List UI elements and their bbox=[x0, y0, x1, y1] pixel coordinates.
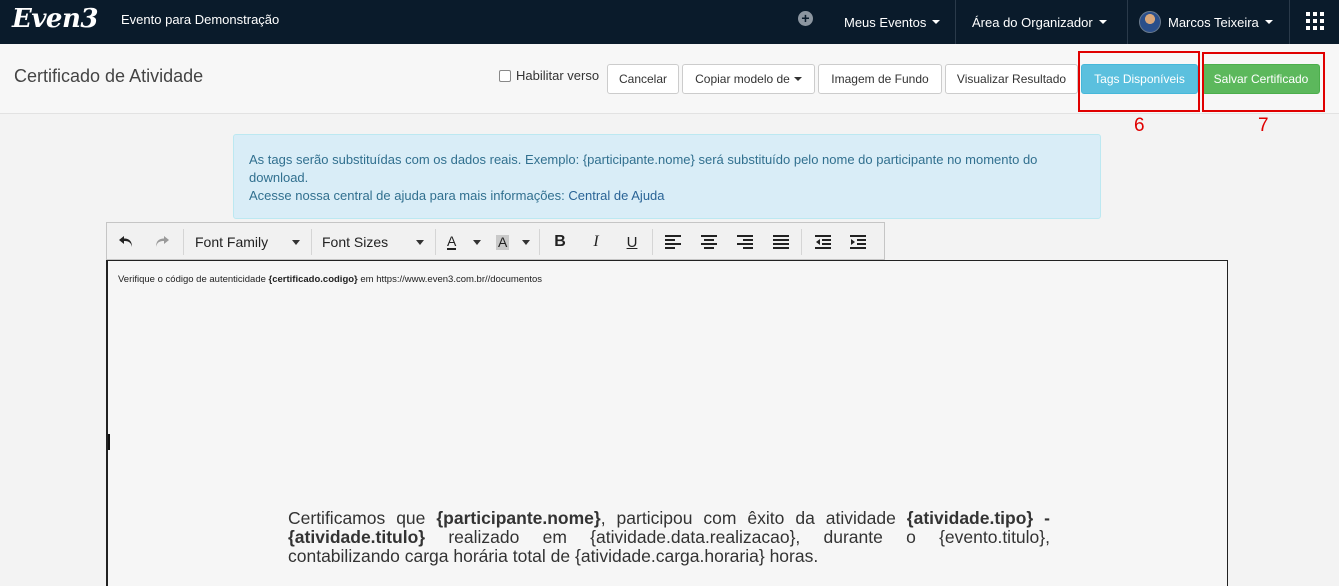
annotation-number-6: 6 bbox=[1134, 115, 1145, 136]
event-name-link[interactable]: Evento para Demonstração bbox=[121, 12, 279, 27]
habilitar-verso-label: Habilitar verso bbox=[516, 68, 600, 83]
align-justify-icon[interactable] bbox=[768, 223, 794, 261]
font-family-label: Font Family bbox=[195, 234, 269, 250]
underline-icon[interactable]: U bbox=[619, 223, 645, 261]
align-right-icon[interactable] bbox=[732, 223, 758, 261]
toolbar-divider bbox=[183, 229, 184, 255]
cert-text-part: Certificamos que bbox=[288, 508, 437, 528]
font-sizes-label: Font Sizes bbox=[322, 234, 389, 250]
nav-divider bbox=[955, 0, 956, 44]
chevron-down-icon bbox=[793, 77, 802, 81]
verification-suffix: em https://www.even3.com.br//documentos bbox=[357, 274, 543, 285]
preview-result-button[interactable]: Visualizar Resultado bbox=[945, 64, 1078, 94]
even3-logo[interactable]: Even3 bbox=[12, 4, 98, 34]
nav-divider bbox=[1127, 0, 1128, 44]
text-color-button[interactable]: A bbox=[443, 223, 485, 261]
editor-toolbar: Font Family Font Sizes A A B I U bbox=[106, 222, 885, 260]
cancel-button[interactable]: Cancelar bbox=[607, 64, 679, 94]
font-family-select[interactable]: Font Family bbox=[191, 223, 304, 261]
nav-divider bbox=[1289, 0, 1290, 44]
certificate-body-text: Certificamos que {participante.nome}, pa… bbox=[288, 509, 1050, 566]
plus-circle-icon[interactable]: + bbox=[798, 11, 813, 26]
font-sizes-select[interactable]: Font Sizes bbox=[318, 223, 428, 261]
bold-icon[interactable]: B bbox=[547, 223, 573, 261]
indent-icon[interactable] bbox=[845, 223, 871, 261]
certificate-editor[interactable]: Verifique o código de autenticidade {cer… bbox=[106, 260, 1228, 586]
avatar bbox=[1139, 11, 1161, 33]
user-name: Marcos Teixeira bbox=[1168, 14, 1259, 30]
chevron-down-icon bbox=[416, 239, 424, 245]
toolbar-divider bbox=[539, 229, 540, 255]
help-center-link[interactable]: Central de Ajuda bbox=[568, 188, 664, 203]
chevron-down-icon bbox=[473, 239, 481, 245]
chevron-down-icon bbox=[292, 239, 300, 245]
alert-text: As tags serão substituídas com os dados … bbox=[249, 152, 1038, 185]
habilitar-verso-toggle[interactable]: Habilitar verso bbox=[499, 68, 599, 83]
align-center-icon[interactable] bbox=[696, 223, 722, 261]
nav-area-organizador-label: Área do Organizador bbox=[972, 14, 1093, 30]
italic-icon[interactable]: I bbox=[583, 223, 609, 261]
redo-icon[interactable] bbox=[149, 223, 175, 261]
annotation-number-7: 7 bbox=[1258, 115, 1269, 136]
verification-prefix: Verifique o código de autenticidade bbox=[118, 274, 269, 285]
chevron-down-icon bbox=[1264, 20, 1273, 24]
cert-text-part: , participou com êxito da atividade bbox=[600, 508, 907, 528]
cert-tag-participant: {participante.nome} bbox=[436, 508, 601, 528]
nav-area-organizador[interactable]: Área do Organizador bbox=[972, 0, 1107, 44]
undo-icon[interactable] bbox=[113, 223, 139, 261]
nav-meus-eventos-label: Meus Eventos bbox=[844, 14, 927, 30]
top-navbar: Even3 Evento para Demonstração + Meus Ev… bbox=[0, 0, 1339, 44]
background-color-button[interactable]: A bbox=[492, 223, 534, 261]
chevron-down-icon bbox=[522, 239, 530, 245]
grid-apps-icon[interactable] bbox=[1306, 12, 1324, 30]
outdent-icon[interactable] bbox=[810, 223, 836, 261]
background-color-icon: A bbox=[496, 233, 510, 250]
page-title: Certificado de Atividade bbox=[14, 66, 204, 86]
copy-model-label: Copiar modelo de bbox=[695, 72, 790, 86]
habilitar-verso-checkbox[interactable] bbox=[499, 69, 511, 82]
toolbar-divider bbox=[801, 229, 802, 255]
verification-tag: {certificado.codigo} bbox=[268, 274, 358, 285]
verification-text: Verifique o código de autenticidade {cer… bbox=[118, 274, 542, 285]
toolbar-divider bbox=[311, 229, 312, 255]
nav-meus-eventos[interactable]: Meus Eventos bbox=[844, 0, 941, 44]
annotation-box-7 bbox=[1202, 52, 1325, 112]
align-left-icon[interactable] bbox=[660, 223, 686, 261]
annotation-box-6 bbox=[1078, 51, 1200, 112]
alert-help-line: Acesse nossa central de ajuda para mais … bbox=[249, 187, 1085, 205]
chevron-down-icon bbox=[932, 20, 941, 24]
toolbar-divider bbox=[435, 229, 436, 255]
copy-model-dropdown[interactable]: Copiar modelo de bbox=[682, 64, 815, 94]
background-image-button[interactable]: Imagem de Fundo bbox=[818, 64, 942, 94]
text-color-icon: A bbox=[447, 233, 457, 250]
resize-handle[interactable] bbox=[108, 434, 110, 450]
alert-help-prefix: Acesse nossa central de ajuda para mais … bbox=[249, 188, 569, 203]
info-alert: As tags serão substituídas com os dados … bbox=[233, 134, 1101, 219]
nav-user-menu[interactable]: Marcos Teixeira bbox=[1139, 0, 1273, 44]
toolbar-divider bbox=[652, 229, 653, 255]
chevron-down-icon bbox=[1098, 20, 1107, 24]
